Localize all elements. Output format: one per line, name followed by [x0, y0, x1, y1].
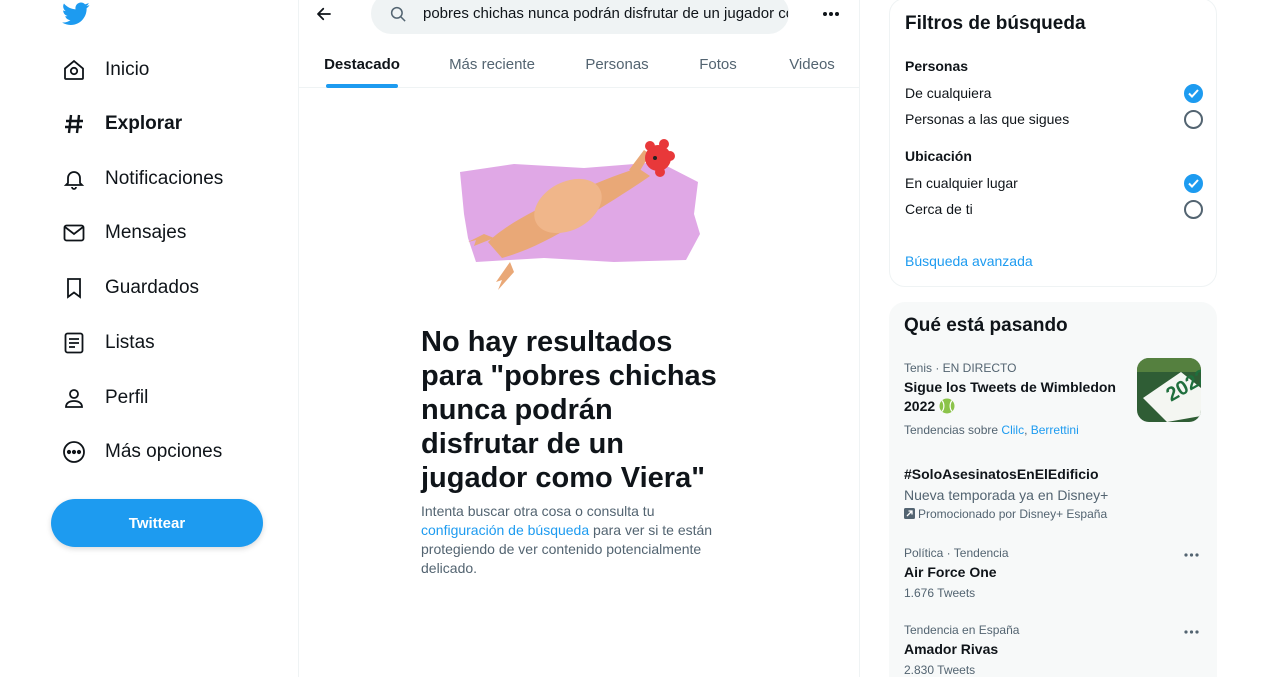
active-tab-indicator — [326, 84, 398, 88]
empty-desc-before: Intenta buscar otra cosa o consulta tu — [421, 503, 655, 519]
nav-item-inicio[interactable]: Inicio — [62, 50, 149, 90]
filter-option-label: Personas a las que sigues — [905, 111, 1070, 127]
wimbledon-thumbnail[interactable]: 2022 — [1137, 358, 1201, 422]
trend-meta: Política · Tendencia — [904, 546, 1009, 560]
nav-label-listas: Listas — [105, 332, 155, 353]
tab-videos[interactable]: Videos — [786, 40, 838, 88]
person-icon — [62, 386, 86, 410]
empty-results-title: No hay resultados para "pobres chichas n… — [421, 326, 717, 494]
trends-panel: Qué está pasando Tenis · EN DIRECTO Sigu… — [889, 302, 1217, 677]
trend-related-link-1[interactable]: Clilc — [1001, 423, 1024, 437]
nav-item-listas[interactable]: Listas — [62, 323, 155, 363]
trend-meta: Tendencia en España — [904, 623, 1020, 637]
search-settings-link[interactable]: configuración de búsqueda — [421, 522, 589, 538]
envelope-icon — [62, 221, 86, 245]
left-sidebar: Inicio Explorar Notificaciones Mensajes … — [0, 0, 298, 677]
trend-name: #SoloAsesinatosEnElEdificio — [904, 466, 1099, 482]
twitter-logo-icon[interactable] — [62, 2, 90, 26]
nav-label-inicio: Inicio — [105, 59, 150, 80]
trend-name: Amador Rivas — [904, 641, 999, 657]
radio-checked-icon[interactable] — [1184, 83, 1203, 103]
filter-section-location: Ubicación — [905, 148, 972, 164]
rubber-chicken-illustration — [454, 134, 704, 294]
nav-item-explorar[interactable]: Explorar — [62, 104, 182, 144]
tab-mas-reciente[interactable]: Más reciente — [449, 40, 535, 88]
search-tabs: Destacado Más reciente Personas Fotos Vi… — [299, 40, 859, 88]
advanced-search-link[interactable]: Búsqueda avanzada — [905, 253, 1033, 269]
nav-label-explorar: Explorar — [105, 113, 183, 134]
tab-fotos[interactable]: Fotos — [697, 40, 739, 88]
trend-related-prefix: Tendencias sobre — [904, 423, 1002, 437]
nav-item-perfil[interactable]: Perfil — [62, 378, 148, 418]
trend-related-link-2[interactable]: Berrettini — [1031, 423, 1079, 437]
filter-option-label: De cualquiera — [905, 85, 992, 101]
tab-destacado[interactable]: Destacado — [324, 40, 400, 88]
radio-checked-icon[interactable] — [1184, 173, 1203, 193]
trend-item-amador-rivas[interactable]: Tendencia en España Amador Rivas 2.830 T… — [904, 623, 1202, 677]
trend-related-sep: , — [1024, 423, 1031, 437]
trend-related: Tendencias sobre Clilc, Berrettini — [904, 423, 1202, 437]
nav-label-mensajes: Mensajes — [105, 222, 187, 243]
trend-name: Sigue los Tweets de Wimbledon 2022 — [904, 378, 1124, 419]
home-icon — [62, 58, 86, 82]
trend-item-promoted[interactable]: #SoloAsesinatosEnElEdificio Nueva tempor… — [904, 462, 1202, 522]
nav-label-notificaciones: Notificaciones — [105, 168, 224, 189]
nav-item-notificaciones[interactable]: Notificaciones — [62, 159, 223, 199]
promoted-label: Promocionado por Disney+ España — [904, 507, 1202, 522]
nav-item-mensajes[interactable]: Mensajes — [62, 213, 186, 253]
search-filters-panel: Filtros de búsqueda Personas De cualquie… — [889, 0, 1217, 287]
filter-option-anywhere[interactable]: En cualquier lugar — [905, 172, 1203, 194]
hashtag-icon — [62, 112, 86, 136]
bell-icon — [62, 167, 86, 191]
filter-section-people: Personas — [905, 58, 969, 74]
tweet-button[interactable]: Twittear — [51, 499, 263, 547]
more-options-icon[interactable] — [819, 4, 843, 24]
filters-title: Filtros de búsqueda — [905, 13, 1086, 34]
trend-tweet-count: 1.676 Tweets — [904, 586, 976, 600]
search-icon — [389, 5, 407, 23]
tab-personas[interactable]: Personas — [584, 40, 650, 88]
trend-subtitle: Nueva temporada ya en Disney+ — [904, 487, 1109, 503]
trend-name: Air Force One — [904, 564, 997, 580]
filter-option-label: Cerca de ti — [905, 201, 973, 217]
more-options-icon[interactable] — [1180, 623, 1202, 641]
radio-unchecked-icon[interactable] — [1184, 109, 1203, 129]
list-icon — [62, 331, 86, 355]
search-input[interactable] — [423, 5, 788, 22]
back-arrow-icon[interactable] — [313, 3, 335, 25]
trend-name-text: Sigue los Tweets de Wimbledon 2022 — [904, 379, 1116, 414]
trends-title: Qué está pasando — [904, 315, 1068, 336]
filter-option-people-you-follow[interactable]: Personas a las que sigues — [905, 108, 1203, 130]
tennis-ball-icon — [939, 398, 955, 419]
nav-label-mas-opciones: Más opciones — [105, 441, 223, 462]
empty-results-description: Intenta buscar otra cosa o consulta tu c… — [421, 502, 721, 578]
promoted-icon — [904, 508, 915, 522]
promoted-text: Promocionado por Disney+ España — [918, 507, 1108, 521]
trend-tweet-count: 2.830 Tweets — [904, 663, 976, 677]
bookmark-icon — [62, 276, 86, 300]
nav-item-mas-opciones[interactable]: Más opciones — [62, 432, 222, 472]
filter-option-label: En cualquier lugar — [905, 175, 1018, 191]
radio-unchecked-icon[interactable] — [1184, 199, 1203, 219]
filter-option-anyone[interactable]: De cualquiera — [905, 82, 1203, 104]
search-bar — [371, 0, 789, 34]
more-options-icon[interactable] — [1180, 546, 1202, 564]
nav-label-guardados: Guardados — [105, 277, 200, 298]
more-circle-icon — [62, 440, 86, 464]
filter-option-near-you[interactable]: Cerca de ti — [905, 198, 1203, 220]
trend-item-air-force-one[interactable]: Política · Tendencia Air Force One 1.676… — [904, 546, 1202, 600]
nav-item-guardados[interactable]: Guardados — [62, 268, 199, 308]
nav-label-perfil: Perfil — [105, 387, 149, 408]
